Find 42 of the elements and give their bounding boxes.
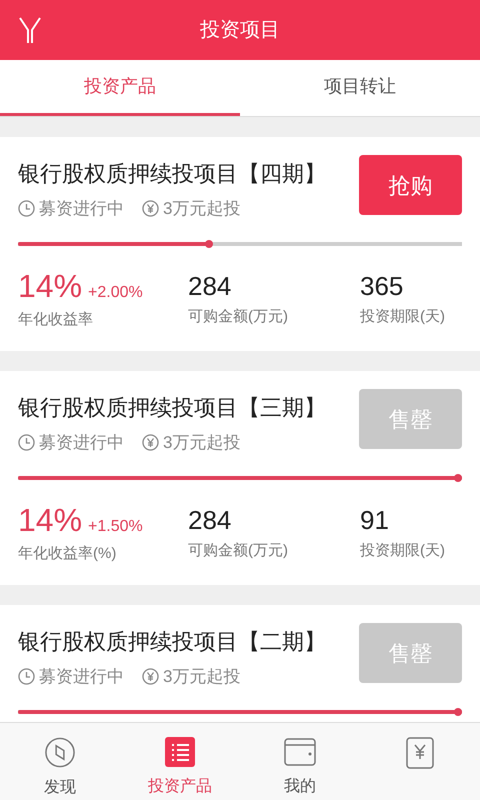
bonus-rate: +2.00% [88, 282, 143, 302]
amount-value: 284 [188, 504, 232, 536]
product-title: 银行股权质押续投项目【三期】 [18, 394, 326, 422]
product-title: 银行股权质押续投项目【四期】 [18, 160, 326, 188]
clock-icon [18, 668, 35, 686]
compass-icon [44, 737, 76, 768]
min-invest-text: 3万元起投 [163, 666, 240, 688]
amount-value: 284 [188, 270, 232, 302]
status-text: 募资进行中 [39, 198, 124, 220]
status-text: 募资进行中 [39, 666, 124, 688]
tab[interactable]: 项目转让 [240, 60, 480, 116]
amount-label: 可购金额(万元) [188, 306, 289, 326]
amount-label: 可购金额(万元) [188, 540, 289, 560]
product-card[interactable]: 银行股权质押续投项目【四期】 募资进行中 3万元起投 抢购 14% +2.00% 年化收益率 284 可购金额(万元) 365 投资期限(天) [0, 137, 480, 351]
yen-icon [142, 200, 159, 218]
buy-button[interactable]: 抢购 [359, 155, 462, 215]
nav-tab[interactable]: 我的 [240, 723, 360, 800]
rate-label: 年化收益率(%) [18, 544, 118, 564]
rate-label: 年化收益率 [18, 310, 94, 330]
product-title: 银行股权质押续投项目【二期】 [18, 628, 326, 656]
nav-tab[interactable]: 发现 [0, 723, 120, 800]
yen-icon [142, 668, 159, 686]
rate-value: 14% [18, 270, 82, 302]
term-value: 365 [360, 270, 404, 302]
tab[interactable]: 投资产品 [0, 60, 240, 116]
min-invest-text: 3万元起投 [163, 198, 240, 220]
term-label: 投资期限(天) [360, 540, 445, 560]
page-title: 投资项目 [200, 18, 280, 43]
min-invest-text: 3万元起投 [163, 432, 240, 454]
wallet-icon [284, 737, 316, 767]
clock-icon [18, 200, 35, 218]
rate-value: 14% [18, 504, 82, 536]
term-value: 91 [360, 504, 390, 536]
bonus-rate: +1.50% [88, 516, 143, 536]
yen-icon [142, 434, 159, 452]
filter-icon[interactable] [18, 16, 42, 44]
term-label: 投资期限(天) [360, 306, 445, 326]
nav-tab[interactable]: 投资产品 [120, 723, 240, 800]
list-icon [165, 737, 195, 767]
clock-icon [18, 434, 35, 452]
status-text: 募资进行中 [39, 432, 124, 454]
yen-phone-icon [406, 737, 434, 769]
